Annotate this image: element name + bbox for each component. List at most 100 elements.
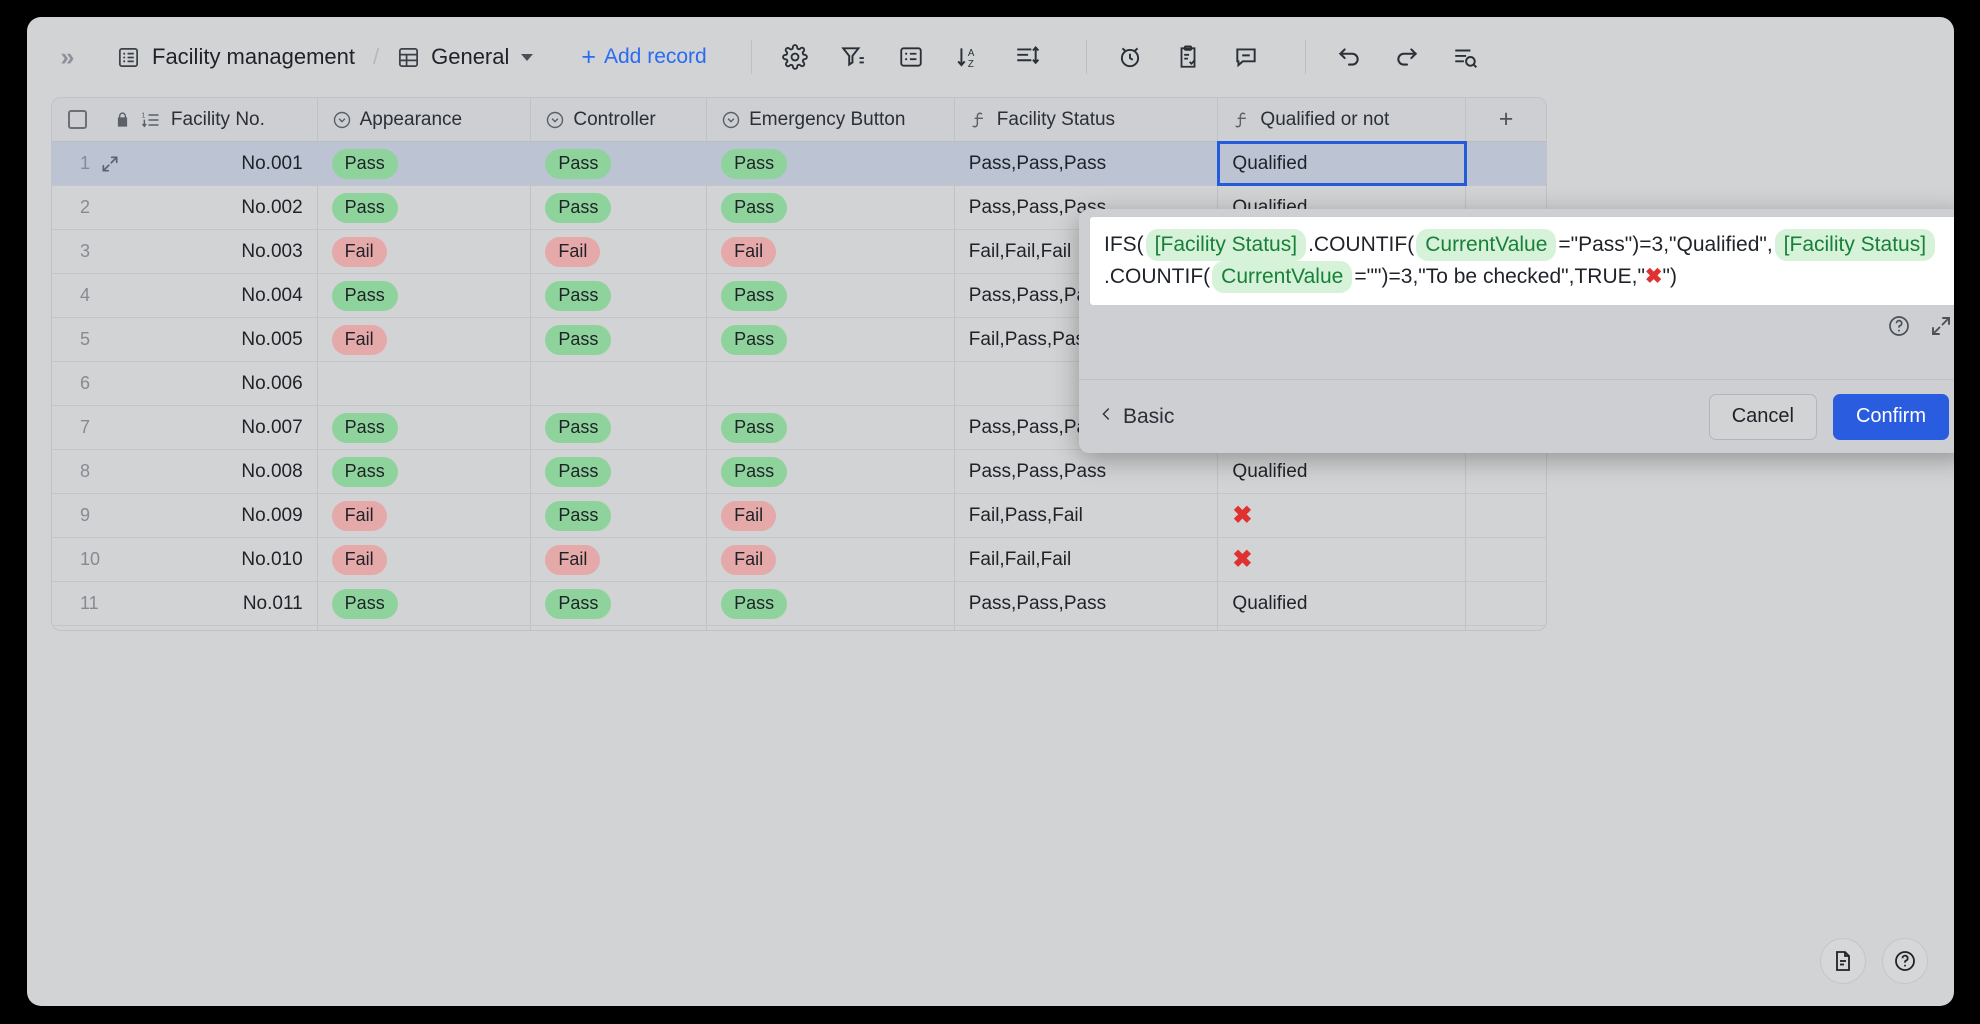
cell-appearance[interactable]: Pass: [318, 406, 532, 449]
cell-facility-no[interactable]: No.007: [104, 406, 318, 449]
filter-icon[interactable]: [832, 36, 874, 78]
cell-controller[interactable]: Pass: [531, 142, 707, 185]
cell-controller[interactable]: Pass: [531, 274, 707, 317]
table-row[interactable]: 9No.009FailPassFailFail,Pass,Fail✖: [52, 494, 1546, 538]
form-icon[interactable]: [1167, 36, 1209, 78]
cell-qualified-or-not[interactable]: ✖: [1218, 538, 1466, 581]
cell-emergency-button[interactable]: Fail: [707, 230, 955, 273]
cell-emergency-button[interactable]: Pass: [707, 406, 955, 449]
help-circle-icon[interactable]: [1882, 938, 1928, 984]
row-number[interactable]: 10: [52, 538, 104, 581]
cell-controller[interactable]: Pass: [531, 450, 707, 493]
add-record-button[interactable]: + Add record: [581, 45, 706, 70]
cell-emergency-button[interactable]: Pass: [707, 186, 955, 229]
cell-emergency-button[interactable]: Pass: [707, 274, 955, 317]
row-height-icon[interactable]: [1006, 36, 1048, 78]
chevron-down-icon[interactable]: [521, 54, 533, 61]
cell-facility-no[interactable]: No.003: [104, 230, 318, 273]
table-row[interactable]: 1No.001PassPassPassPass,Pass,PassQualifi…: [52, 142, 1546, 186]
cell-controller[interactable]: Pass: [531, 494, 707, 537]
cell-appearance[interactable]: Pass: [318, 274, 532, 317]
redo-icon[interactable]: [1386, 36, 1428, 78]
cell-controller[interactable]: [531, 362, 707, 405]
cell-appearance[interactable]: Pass: [318, 450, 532, 493]
cell-facility-no[interactable]: No.012: [104, 626, 318, 631]
cell-facility-no[interactable]: No.010: [104, 538, 318, 581]
cell-facility-no[interactable]: No.004: [104, 274, 318, 317]
alarm-icon[interactable]: [1109, 36, 1151, 78]
cell-emergency-button[interactable]: Pass: [707, 318, 955, 361]
cell-appearance[interactable]: Pass: [318, 186, 532, 229]
row-number[interactable]: 3: [52, 230, 104, 273]
table-row[interactable]: 12No.012PassPassPassPass,Pass,PassQualif…: [52, 626, 1546, 631]
cell-appearance[interactable]: Fail: [318, 318, 532, 361]
add-column-button[interactable]: +: [1466, 98, 1546, 141]
formula-back-button[interactable]: Basic: [1099, 404, 1174, 430]
formula-input[interactable]: IFS([Facility Status].COUNTIF(CurrentVal…: [1089, 216, 1954, 306]
view-name[interactable]: General: [431, 44, 509, 70]
row-number[interactable]: 6: [52, 362, 104, 405]
cell-emergency-button[interactable]: Pass: [707, 450, 955, 493]
row-number[interactable]: 9: [52, 494, 104, 537]
cell-qualified-or-not[interactable]: Qualified: [1218, 142, 1466, 185]
cell-facility-no[interactable]: No.011: [104, 582, 318, 625]
cell-facility-no[interactable]: No.005: [104, 318, 318, 361]
column-header-facility-no[interactable]: 1 Facility No.: [104, 98, 318, 141]
cell-appearance[interactable]: Pass: [318, 626, 532, 631]
column-header-facility-status[interactable]: Facility Status: [955, 98, 1219, 141]
cell-emergency-button[interactable]: [707, 362, 955, 405]
cell-facility-no[interactable]: No.008: [104, 450, 318, 493]
cell-qualified-or-not[interactable]: Qualified: [1218, 450, 1466, 493]
column-header-appearance[interactable]: Appearance: [318, 98, 532, 141]
table-row[interactable]: 8No.008PassPassPassPass,Pass,PassQualifi…: [52, 450, 1546, 494]
select-all-checkbox[interactable]: [52, 98, 104, 141]
cell-facility-status[interactable]: Fail,Pass,Fail: [955, 494, 1219, 537]
sort-az-icon[interactable]: A Z: [948, 36, 990, 78]
cell-emergency-button[interactable]: Fail: [707, 538, 955, 581]
cell-facility-status[interactable]: Pass,Pass,Pass: [955, 142, 1219, 185]
row-number[interactable]: 5: [52, 318, 104, 361]
row-number[interactable]: 7: [52, 406, 104, 449]
cell-facility-status[interactable]: Pass,Pass,Pass: [955, 626, 1219, 631]
row-number[interactable]: 2: [52, 186, 104, 229]
group-icon[interactable]: [890, 36, 932, 78]
cell-controller[interactable]: Pass: [531, 582, 707, 625]
cell-emergency-button[interactable]: Pass: [707, 582, 955, 625]
cell-appearance[interactable]: Pass: [318, 142, 532, 185]
table-row[interactable]: 11No.011PassPassPassPass,Pass,PassQualif…: [52, 582, 1546, 626]
search-field-icon[interactable]: [1444, 36, 1486, 78]
row-number[interactable]: 8: [52, 450, 104, 493]
cell-facility-no[interactable]: No.009: [104, 494, 318, 537]
expand-diagonal-icon[interactable]: [1929, 314, 1953, 338]
cell-controller[interactable]: Pass: [531, 626, 707, 631]
comment-icon[interactable]: [1225, 36, 1267, 78]
row-number[interactable]: 4: [52, 274, 104, 317]
cell-emergency-button[interactable]: Pass: [707, 626, 955, 631]
cell-controller[interactable]: Fail: [531, 538, 707, 581]
cell-facility-status[interactable]: Fail,Fail,Fail: [955, 538, 1219, 581]
row-number[interactable]: 12: [52, 626, 104, 631]
cell-appearance[interactable]: Fail: [318, 494, 532, 537]
cell-controller[interactable]: Pass: [531, 406, 707, 449]
cell-qualified-or-not[interactable]: ✖: [1218, 494, 1466, 537]
cell-controller[interactable]: Pass: [531, 318, 707, 361]
cell-facility-status[interactable]: Pass,Pass,Pass: [955, 582, 1219, 625]
help-circle-icon[interactable]: [1887, 314, 1911, 338]
cell-facility-status[interactable]: Pass,Pass,Pass: [955, 450, 1219, 493]
cell-controller[interactable]: Fail: [531, 230, 707, 273]
breadcrumb-base-name[interactable]: Facility management: [152, 44, 355, 70]
cell-qualified-or-not[interactable]: Qualified: [1218, 582, 1466, 625]
column-header-controller[interactable]: Controller: [531, 98, 707, 141]
cell-appearance[interactable]: [318, 362, 532, 405]
row-number[interactable]: 11: [52, 582, 104, 625]
cell-appearance[interactable]: Fail: [318, 230, 532, 273]
chevrons-right-icon[interactable]: »: [43, 34, 89, 80]
cell-appearance[interactable]: Fail: [318, 538, 532, 581]
cell-appearance[interactable]: Pass: [318, 582, 532, 625]
row-number[interactable]: 1: [52, 142, 104, 185]
confirm-button[interactable]: Confirm: [1833, 394, 1949, 440]
cell-emergency-button[interactable]: Pass: [707, 142, 955, 185]
cell-emergency-button[interactable]: Fail: [707, 494, 955, 537]
gear-icon[interactable]: [774, 36, 816, 78]
cell-facility-no[interactable]: No.006: [104, 362, 318, 405]
